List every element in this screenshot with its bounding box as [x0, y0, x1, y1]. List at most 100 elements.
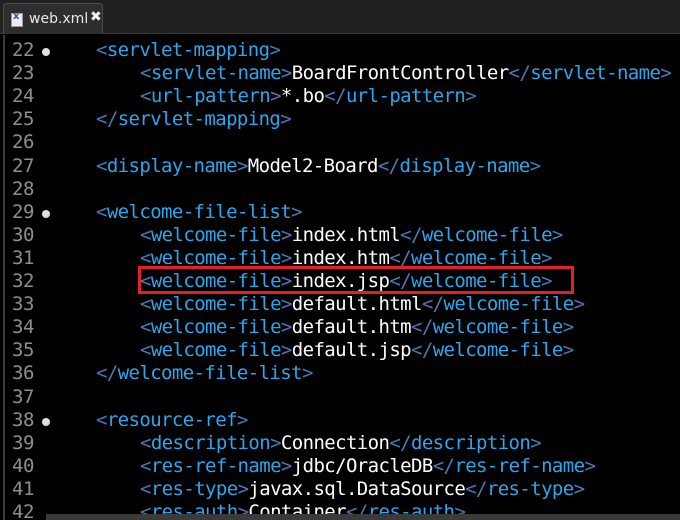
- code-line[interactable]: 30 <welcome-file>index.html</welcome-file…: [0, 224, 680, 247]
- line-number: 39: [12, 431, 34, 454]
- xml-text-value: Model2-Board: [247, 154, 379, 177]
- code-line[interactable]: 27 <display-name>Model2-Board</display-na…: [0, 155, 680, 178]
- code-text: <welcome-file>default.jsp</welcome-file>: [140, 339, 574, 362]
- bracket: </: [96, 108, 118, 131]
- bracket: </: [377, 154, 400, 177]
- code-line[interactable]: 29 <welcome-file-list>: [0, 201, 680, 224]
- fold-toggle-icon[interactable]: [42, 209, 50, 218]
- code-line[interactable]: 22 <servlet-mapping>: [0, 39, 680, 62]
- line-number: 33: [12, 293, 34, 316]
- bracket: >: [270, 431, 281, 454]
- bracket: </: [411, 316, 433, 339]
- code-text: <welcome-file>default.html</welcome-file…: [140, 293, 585, 316]
- bracket: >: [573, 477, 585, 500]
- code-text: <servlet-mapping>: [96, 39, 281, 62]
- code-line[interactable]: 24 <url-pattern>*.bo</url-pattern>: [0, 85, 680, 108]
- code-line[interactable]: 25 </servlet-mapping>: [0, 108, 680, 131]
- code-text: <res-type>javax.sql.DataSource</res-type…: [140, 477, 585, 501]
- xml-tag-name: welcome-file: [443, 293, 575, 316]
- bracket: >: [529, 154, 541, 177]
- bracket: >: [280, 62, 292, 85]
- xml-text-value: javax.sql.DataSource: [248, 477, 466, 500]
- line-number: 40: [12, 454, 34, 477]
- line-number: 27: [12, 154, 34, 177]
- xml-tag-name: welcome-file: [150, 293, 282, 316]
- bracket: >: [573, 293, 585, 316]
- code-text: </servlet-mapping>: [96, 108, 292, 131]
- bracket: <: [140, 339, 151, 362]
- bracket: </: [389, 431, 411, 454]
- code-line[interactable]: 34 <welcome-file>default.htm</welcome-fil…: [0, 316, 680, 339]
- tab-web-xml[interactable]: web.xml ✖: [3, 3, 103, 34]
- bracket: </: [411, 339, 433, 362]
- bracket: </: [432, 454, 455, 477]
- xml-tag-name: res-ref-name: [150, 454, 282, 477]
- bracket: >: [236, 154, 248, 177]
- code-line[interactable]: 36 </welcome-file-list>: [0, 362, 680, 385]
- code-line[interactable]: 23 <servlet-name>BoardFrontController</se…: [0, 62, 680, 85]
- xml-tag-name: url-pattern: [150, 85, 271, 108]
- line-number: 32: [12, 270, 34, 292]
- bracket: <: [140, 293, 151, 316]
- line-number: 24: [12, 85, 34, 108]
- xml-tag-name: welcome-file: [150, 223, 282, 246]
- line-number: 29: [12, 200, 34, 223]
- code-line[interactable]: 33 <welcome-file>default.html</welcome-fi…: [0, 293, 680, 316]
- code-line[interactable]: 28: [0, 178, 680, 201]
- bracket: >: [280, 454, 292, 477]
- code-text: <servlet-name>BoardFrontController</serv…: [140, 62, 672, 85]
- bracket: <: [96, 200, 107, 223]
- bracket: </: [465, 477, 487, 500]
- bracket: >: [269, 39, 281, 61]
- code-line[interactable]: 39 <description>Connection</description>: [0, 432, 680, 455]
- bracket: <: [96, 154, 107, 177]
- line-number: 41: [12, 477, 34, 500]
- code-editor[interactable]: 22 <servlet-mapping> 23 <servlet-name>Board…: [0, 35, 680, 520]
- code-line[interactable]: 38 <resource-ref>: [0, 409, 680, 432]
- bracket: <: [96, 408, 107, 431]
- bracket: >: [280, 293, 292, 316]
- xml-tag-name: welcome-file: [432, 316, 564, 339]
- bracket: </: [96, 362, 118, 385]
- bracket: >: [291, 200, 302, 223]
- line-number: 38: [12, 408, 34, 431]
- code-text: <description>Connection</description>: [140, 431, 542, 455]
- xml-tag-name: description: [411, 431, 531, 454]
- xml-tag-name: display-name: [106, 154, 238, 177]
- bracket: >: [280, 339, 292, 362]
- horizontal-scrollbar[interactable]: [46, 514, 680, 520]
- xml-text-value: jdbc/OracleDB: [291, 454, 434, 477]
- highlight-box: [138, 266, 574, 294]
- xml-tag-name: welcome-file-list: [106, 200, 292, 223]
- fold-toggle-icon[interactable]: [42, 417, 50, 426]
- bracket: >: [465, 85, 477, 108]
- code-line[interactable]: 26: [0, 131, 680, 154]
- bracket: <: [140, 431, 151, 454]
- code-text: <welcome-file>index.html</welcome-file>: [140, 224, 563, 247]
- xml-tag-name: welcome-file: [421, 223, 553, 246]
- xml-tag-name: resource-ref: [106, 408, 238, 431]
- fold-toggle-icon[interactable]: [42, 48, 50, 56]
- line-number: 23: [12, 62, 34, 85]
- xml-text-value: BoardFrontController: [291, 62, 509, 85]
- code-text: </welcome-file-list>: [96, 362, 313, 385]
- bracket: <: [140, 454, 151, 477]
- code-line[interactable]: 35 <welcome-file>default.jsp</welcome-fil…: [0, 339, 680, 362]
- line-number: 31: [12, 246, 34, 269]
- bracket: >: [280, 223, 292, 246]
- line-number: 35: [12, 339, 34, 362]
- xml-text-value: *.bo: [280, 85, 325, 108]
- xml-text-value: default.htm: [291, 316, 412, 339]
- code-line[interactable]: 37: [0, 386, 680, 409]
- xml-tag-name: description: [150, 431, 271, 454]
- close-icon[interactable]: ✖: [90, 9, 102, 25]
- bracket: >: [562, 339, 574, 362]
- code-line[interactable]: 41 <res-type>javax.sql.DataSource</res-ty…: [0, 478, 680, 501]
- xml-tag-name: res-type: [150, 477, 238, 500]
- bracket: <: [140, 223, 151, 246]
- bracket: >: [660, 62, 672, 85]
- code-text: <url-pattern>*.bo</url-pattern>: [140, 85, 477, 108]
- xml-tag-name: servlet-mapping: [106, 39, 270, 61]
- bracket: >: [270, 85, 281, 108]
- code-line[interactable]: 40 <res-ref-name>jdbc/OracleDB</res-ref-n…: [0, 455, 680, 478]
